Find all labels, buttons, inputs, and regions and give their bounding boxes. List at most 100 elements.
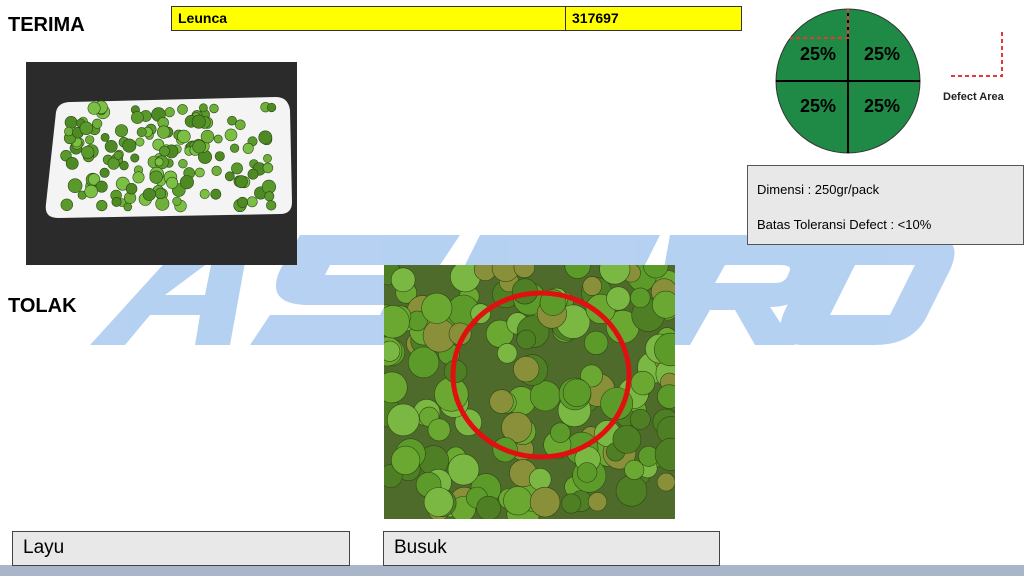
berry bbox=[154, 157, 164, 167]
berry bbox=[234, 175, 248, 189]
berry bbox=[172, 196, 182, 206]
berry bbox=[67, 178, 83, 193]
berry bbox=[235, 119, 246, 131]
berry bbox=[503, 486, 533, 516]
berry bbox=[266, 200, 277, 211]
berry bbox=[230, 143, 240, 153]
footer-strip bbox=[0, 565, 1024, 576]
defect-area-chart: 25% 25% 25% 25% bbox=[775, 8, 921, 154]
berry bbox=[489, 389, 514, 414]
quadrant-label-top-left: 25% bbox=[800, 44, 836, 64]
berry bbox=[194, 167, 205, 178]
berry bbox=[154, 187, 167, 199]
berry bbox=[258, 130, 273, 145]
berry bbox=[582, 276, 602, 296]
berry bbox=[262, 162, 274, 174]
berry bbox=[630, 287, 651, 308]
berry bbox=[85, 135, 95, 145]
berry bbox=[528, 468, 552, 491]
quadrant-label-top-right: 25% bbox=[864, 44, 900, 64]
berry bbox=[159, 145, 170, 157]
dimension-text: Dimensi : 250gr/pack bbox=[757, 182, 880, 197]
berry bbox=[214, 151, 225, 162]
berry bbox=[246, 196, 258, 208]
wilted-caption: Layu bbox=[12, 531, 350, 566]
accept-heading: TERIMA bbox=[8, 14, 85, 36]
berry bbox=[84, 184, 98, 199]
product-info-bar: Leunca 317697 bbox=[171, 6, 742, 31]
accepted-leunca-photo bbox=[26, 62, 297, 265]
quadrant-label-bottom-left: 25% bbox=[800, 96, 836, 116]
berry bbox=[123, 202, 133, 212]
berry bbox=[423, 487, 454, 518]
berry bbox=[149, 170, 163, 184]
berry bbox=[211, 165, 222, 176]
berry bbox=[390, 267, 416, 293]
berry bbox=[224, 128, 238, 142]
berry bbox=[427, 418, 451, 442]
berry bbox=[407, 346, 440, 379]
berry bbox=[166, 176, 179, 189]
berry bbox=[513, 355, 540, 383]
berry bbox=[612, 425, 642, 454]
defect-marker-icon bbox=[948, 32, 1003, 77]
berry bbox=[87, 101, 101, 115]
berry bbox=[624, 459, 645, 480]
berry bbox=[104, 140, 118, 153]
berry bbox=[264, 191, 275, 202]
berry bbox=[113, 150, 123, 160]
berry bbox=[132, 171, 145, 184]
berry bbox=[562, 378, 592, 408]
berry bbox=[576, 462, 598, 483]
berry bbox=[529, 486, 561, 518]
berry bbox=[210, 188, 222, 200]
berry bbox=[130, 153, 140, 163]
berry bbox=[155, 196, 170, 211]
berry bbox=[231, 162, 243, 175]
berry bbox=[131, 111, 144, 124]
berry bbox=[164, 107, 175, 118]
defect-area-legend: Defect Area bbox=[940, 30, 1020, 110]
specification-box: Dimensi : 250gr/pack Batas Toleransi Def… bbox=[747, 165, 1024, 245]
berry bbox=[65, 157, 79, 170]
berry bbox=[629, 408, 651, 430]
berry bbox=[550, 422, 571, 443]
berry bbox=[115, 124, 129, 138]
reject-heading: TOLAK bbox=[8, 295, 77, 317]
berry bbox=[179, 175, 194, 190]
berry bbox=[92, 118, 103, 129]
berry bbox=[606, 286, 631, 311]
berry bbox=[247, 168, 259, 180]
berry bbox=[142, 187, 156, 201]
berry bbox=[177, 104, 188, 115]
berry bbox=[122, 138, 137, 153]
berry bbox=[267, 102, 277, 113]
berry bbox=[178, 158, 188, 169]
berry bbox=[630, 370, 656, 396]
berry bbox=[587, 492, 608, 512]
berry bbox=[96, 200, 108, 212]
berry bbox=[157, 125, 171, 139]
berry bbox=[237, 196, 249, 208]
berry bbox=[386, 403, 420, 437]
tolerance-text: Batas Toleransi Defect : <10% bbox=[757, 217, 932, 232]
berry bbox=[209, 103, 219, 114]
berry bbox=[135, 137, 145, 147]
product-code: 317697 bbox=[572, 10, 619, 26]
berry bbox=[584, 330, 609, 355]
berry bbox=[615, 475, 648, 507]
berry bbox=[496, 343, 518, 364]
berry bbox=[136, 127, 147, 138]
berry bbox=[198, 103, 208, 113]
berry bbox=[561, 493, 582, 514]
berry bbox=[213, 134, 223, 144]
berry bbox=[125, 182, 138, 195]
berry bbox=[60, 198, 73, 212]
berry bbox=[391, 445, 421, 475]
berry bbox=[111, 196, 122, 207]
berry bbox=[224, 171, 235, 182]
product-name: Leunca bbox=[172, 7, 566, 30]
berry bbox=[656, 472, 675, 492]
berry bbox=[64, 116, 78, 129]
berry bbox=[177, 129, 191, 144]
